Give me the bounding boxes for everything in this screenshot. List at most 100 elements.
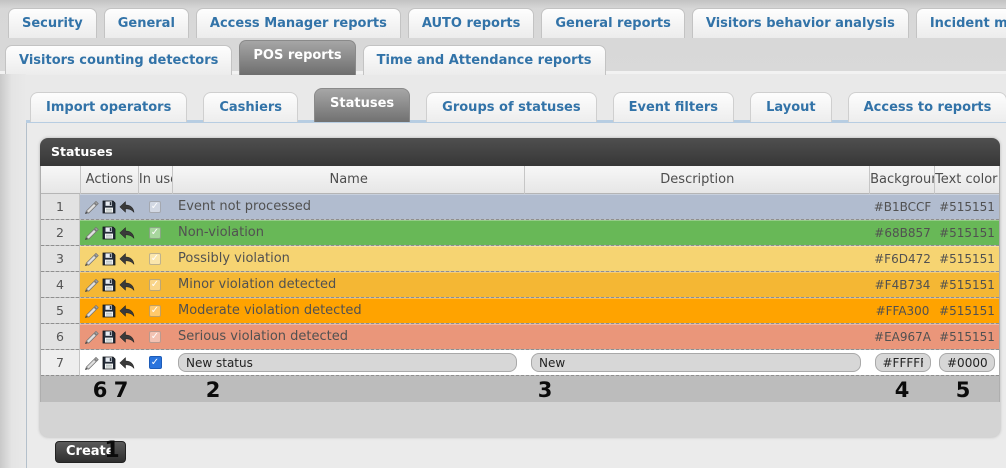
in-use-checkbox[interactable]: ✓ (149, 331, 161, 343)
col-header-description: Description (525, 166, 870, 194)
description-input[interactable] (531, 353, 861, 372)
actions-cell (80, 194, 138, 219)
actions-cell (80, 272, 138, 297)
undo-icon[interactable] (118, 301, 136, 321)
col-header-background: Background (870, 166, 935, 194)
tab-general-reports[interactable]: General reports (541, 8, 685, 38)
actions-cell (80, 350, 138, 375)
in-use-checkbox[interactable]: ✓ (149, 227, 161, 239)
subtab-access-to-reports[interactable]: Access to reports (848, 92, 1006, 122)
background-hex: #F6D472 (870, 246, 935, 271)
subtab-statuses[interactable]: Statuses (314, 88, 410, 122)
annotation-background-input: 4 (895, 378, 910, 402)
background-hex: #EA967A (870, 324, 935, 349)
text-color-hex: #515151 (935, 194, 999, 219)
undo-icon[interactable] (118, 249, 136, 269)
edit-icon[interactable] (82, 275, 100, 295)
status-description (525, 272, 870, 297)
save-icon[interactable] (100, 301, 118, 321)
in-use-checkbox[interactable]: ✓ (149, 253, 161, 265)
undo-icon[interactable] (118, 197, 136, 217)
subtab-event-filters[interactable]: Event filters (613, 92, 734, 122)
col-header-name: Name (173, 166, 526, 194)
row-number: 7 (41, 350, 80, 375)
actions-cell (80, 324, 138, 349)
row-number: 1 (41, 194, 80, 219)
status-name: Event not processed (172, 194, 525, 219)
table-row: 6 ✓ Serious violation detected #EA967A #… (41, 324, 999, 350)
background-input[interactable] (875, 353, 931, 372)
save-icon[interactable] (100, 327, 118, 347)
col-header-text-color: Text color (935, 166, 999, 194)
pos-reports-subtabs: Import operators Cashiers Statuses Group… (30, 88, 1006, 122)
table-row: 4 ✓ Minor violation detected #F4B734 #51… (41, 272, 999, 298)
text-color-hex: #515151 (935, 246, 999, 271)
tab-security[interactable]: Security (8, 8, 97, 38)
edit-icon[interactable] (82, 223, 100, 243)
in-use-checkbox[interactable]: ✓ (149, 201, 161, 213)
save-icon[interactable] (100, 223, 118, 243)
statuses-table: Statuses Actions In use Name Description… (40, 138, 1000, 437)
status-name: Minor violation detected (172, 272, 525, 297)
annotation-save-icon: 6 (93, 378, 108, 402)
save-icon[interactable] (100, 275, 118, 295)
undo-icon[interactable] (118, 223, 136, 243)
annotation-text-color-input: 5 (956, 378, 971, 402)
edit-icon[interactable] (82, 353, 100, 373)
subtab-layout[interactable]: Layout (750, 92, 832, 122)
actions-cell (80, 246, 138, 271)
in-use-checkbox[interactable]: ✓ (149, 356, 162, 369)
row-strip: ✓ Minor violation detected #F4B734 #5151… (80, 272, 999, 297)
subtab-cashiers[interactable]: Cashiers (203, 92, 298, 122)
actions-cell (80, 220, 138, 245)
tab-auto-reports[interactable]: AUTO reports (408, 8, 535, 38)
annotation-description-input: 3 (538, 378, 553, 402)
text-color-hex: #515151 (935, 298, 999, 323)
text-color-hex: #515151 (935, 272, 999, 297)
tab-incident-manager[interactable]: Incident manager (916, 8, 1006, 38)
undo-icon[interactable] (118, 327, 136, 347)
save-icon[interactable] (100, 353, 118, 373)
edit-icon[interactable] (82, 327, 100, 347)
in-use-checkbox[interactable]: ✓ (149, 305, 161, 317)
in-use-checkbox[interactable]: ✓ (149, 279, 161, 291)
table-title: Statuses (40, 138, 1000, 166)
edit-icon[interactable] (82, 301, 100, 321)
status-description (525, 220, 870, 245)
edit-icon[interactable] (82, 197, 100, 217)
status-name: Possibly violation (172, 246, 525, 271)
tab-general[interactable]: General (104, 8, 189, 38)
col-header-actions: Actions (81, 166, 139, 194)
undo-icon[interactable] (118, 275, 136, 295)
row-strip: ✓ (80, 350, 999, 375)
annotation-name-input: 2 (206, 378, 221, 402)
status-name: Moderate violation detected (172, 298, 525, 323)
col-header-number (41, 166, 81, 194)
statuses-grid: Actions In use Name Description Backgrou… (40, 166, 1000, 402)
undo-icon[interactable] (118, 353, 136, 373)
table-row: 1 ✓ Event not processed #B1BCCF #515151 (41, 194, 999, 220)
row-strip: ✓ Non-violation #68B857 #515151 (80, 220, 999, 245)
name-input[interactable] (178, 353, 517, 372)
subtab-groups-of-statuses[interactable]: Groups of statuses (426, 92, 596, 122)
window-left-edge (0, 74, 26, 468)
edit-icon[interactable] (82, 249, 100, 269)
save-icon[interactable] (100, 197, 118, 217)
background-hex: #B1BCCF (870, 194, 935, 219)
status-name: Serious violation detected (172, 324, 525, 349)
background-hex: #68B857 (870, 220, 935, 245)
table-box-bottom (40, 402, 1000, 436)
tab-visitors-behavior-analysis[interactable]: Visitors behavior analysis (692, 8, 909, 38)
save-icon[interactable] (100, 249, 118, 269)
row-number: 3 (41, 246, 80, 271)
text-color-input[interactable] (939, 353, 995, 372)
row-strip: ✓ Serious violation detected #EA967A #51… (80, 324, 999, 349)
annotation-create-button: 1 (104, 438, 119, 463)
subtab-import-operators[interactable]: Import operators (30, 92, 187, 122)
tab-access-manager-reports[interactable]: Access Manager reports (196, 8, 401, 38)
tab-time-and-attendance-reports[interactable]: Time and Attendance reports (363, 45, 606, 75)
tab-pos-reports[interactable]: POS reports (239, 40, 355, 75)
row-number: 4 (41, 272, 80, 297)
status-name: Non-violation (172, 220, 525, 245)
tab-visitors-counting-detectors[interactable]: Visitors counting detectors (5, 45, 232, 75)
